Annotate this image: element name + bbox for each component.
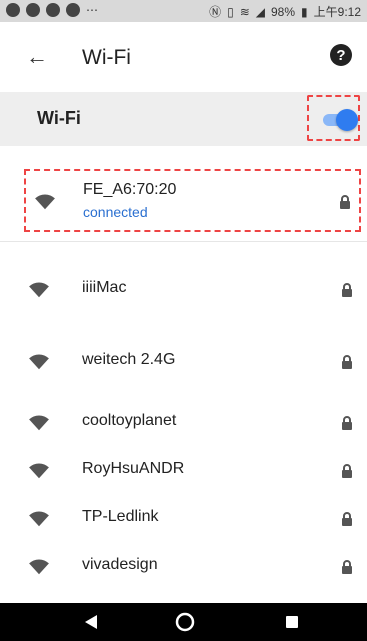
- cell-signal-icon: ◢: [255, 4, 265, 19]
- network-ssid: FE_A6:70:20: [83, 181, 177, 198]
- home-circle-icon: [175, 612, 195, 632]
- back-arrow-icon[interactable]: ←: [26, 44, 48, 70]
- wifi-strength-icon: [29, 463, 49, 479]
- network-row[interactable]: vivadesign: [0, 544, 367, 588]
- wifi-strength-icon: [29, 559, 49, 575]
- network-ssid: weitech 2.4G: [82, 351, 176, 368]
- wifi-toggle-row[interactable]: Wi-Fi: [0, 92, 367, 146]
- lock-icon: [342, 355, 352, 369]
- lock-icon: [340, 195, 350, 209]
- lock-icon: [342, 283, 352, 297]
- nav-back-button[interactable]: [76, 603, 106, 641]
- network-row[interactable]: TP-Ledlink: [0, 496, 367, 540]
- network-row[interactable]: RoyHsuANDR: [0, 448, 367, 492]
- section-divider: [0, 241, 367, 242]
- network-ssid: TP-Ledlink: [82, 508, 159, 525]
- lock-icon: [342, 512, 352, 526]
- wifi-strength-icon: [29, 354, 49, 370]
- lock-icon: [342, 416, 352, 430]
- nav-home-button[interactable]: [170, 603, 200, 641]
- wifi-strength-icon: [29, 415, 49, 431]
- wifi-strength-icon: [35, 194, 55, 210]
- wifi-toggle-highlight: [307, 95, 360, 141]
- system-nav-bar: [0, 603, 367, 641]
- status-icons-left: ⋯: [6, 3, 99, 17]
- network-ssid: iiiiMac: [82, 279, 127, 296]
- app-bar: ← Wi-Fi ?: [0, 22, 367, 92]
- notification-icon: [6, 3, 20, 17]
- wifi-toggle-label: Wi-Fi: [37, 108, 81, 128]
- app-icon: [26, 3, 40, 17]
- status-icons-right: Ⓝ ▯ ≋ ◢ 98% ▮ 上午9:12: [209, 3, 361, 20]
- wifi-toggle-switch[interactable]: [336, 109, 358, 131]
- app-icon: [66, 3, 80, 17]
- help-icon[interactable]: ?: [330, 44, 352, 66]
- lock-icon: [342, 560, 352, 574]
- wifi-strength-icon: [29, 282, 49, 298]
- network-row[interactable]: weitech 2.4G: [0, 339, 367, 383]
- more-notifications-icon: ⋯: [86, 3, 99, 17]
- app-icon: [46, 3, 60, 17]
- vibrate-icon: ▯: [227, 4, 234, 19]
- back-triangle-icon: [85, 615, 97, 629]
- nfc-icon: Ⓝ: [209, 5, 222, 19]
- network-ssid: vivadesign: [82, 556, 158, 573]
- network-row[interactable]: iiiiMac: [0, 267, 367, 311]
- page-title: Wi-Fi: [82, 46, 131, 69]
- recents-square-icon: [286, 616, 298, 628]
- battery-icon: ▮: [301, 4, 308, 19]
- network-ssid: RoyHsuANDR: [82, 460, 185, 477]
- network-row[interactable]: cooltoyplanet: [0, 400, 367, 444]
- battery-percent: 98%: [271, 4, 296, 19]
- nav-recents-button[interactable]: [277, 603, 307, 641]
- wifi-strength-icon: [29, 511, 49, 527]
- time: 上午9:12: [313, 5, 361, 19]
- network-status: connected: [83, 204, 148, 220]
- wifi-signal-icon: ≋: [239, 4, 250, 19]
- lock-icon: [342, 464, 352, 478]
- network-ssid: cooltoyplanet: [82, 412, 177, 429]
- connected-network-row[interactable]: FE_A6:70:20 connected: [24, 169, 361, 232]
- status-bar: ⋯ Ⓝ ▯ ≋ ◢ 98% ▮ 上午9:12: [0, 0, 367, 22]
